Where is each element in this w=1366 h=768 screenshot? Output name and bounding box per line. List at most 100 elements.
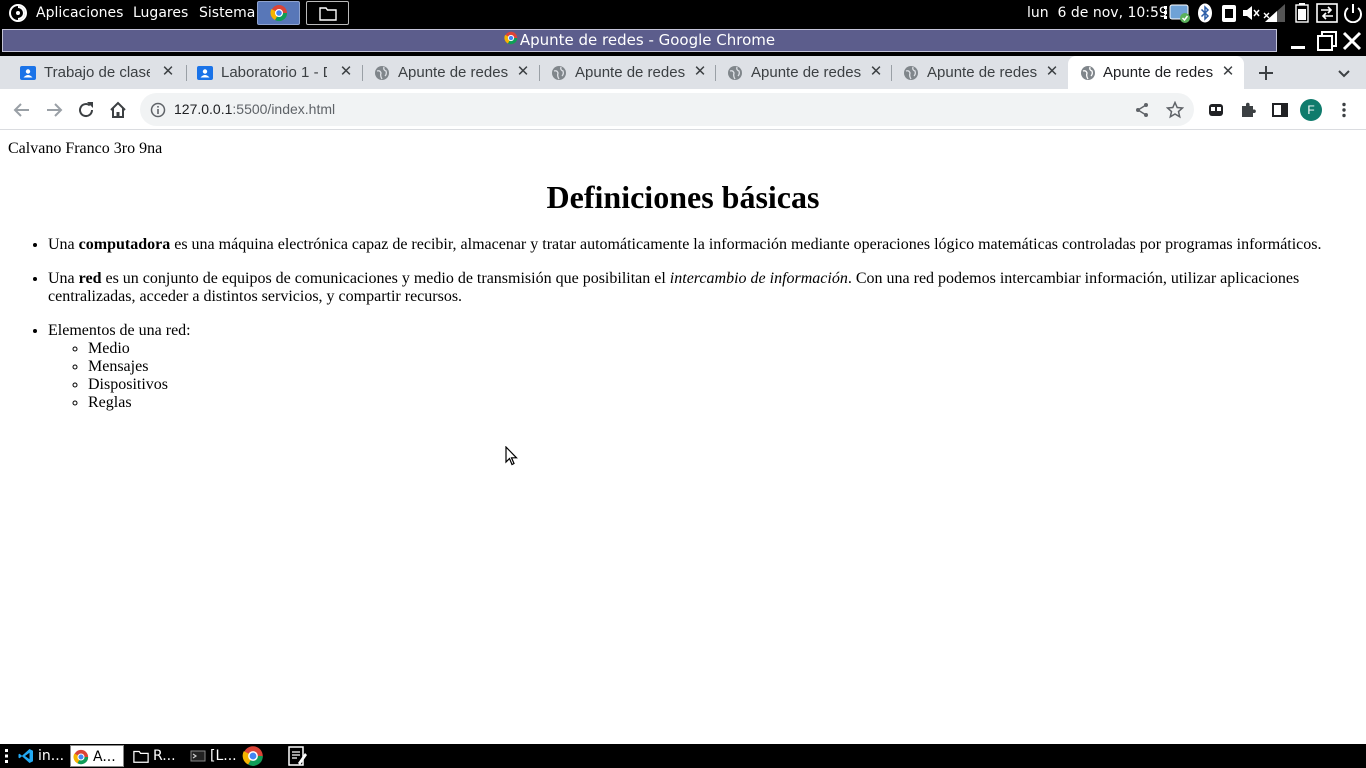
chrome-launcher[interactable] (257, 1, 300, 25)
web-page-content: Calvano Franco 3ro 9na Definiciones bási… (0, 131, 1366, 744)
classroom-icon (20, 65, 36, 81)
item-prefix: Una (48, 270, 79, 287)
tab-separator (539, 65, 540, 81)
tab-separator (186, 65, 187, 81)
maximize-button[interactable] (1315, 29, 1339, 53)
title-strip[interactable]: Apunte de redes - Google Chrome (2, 29, 1277, 52)
close-tab-icon[interactable]: ✕ (1044, 64, 1060, 80)
tab-title: Apunte de redes (398, 64, 509, 81)
wifi-signal-icon[interactable] (1263, 3, 1285, 23)
window-title: Apunte de redes - Google Chrome (3, 30, 1276, 51)
tab-title: Apunte de redes (575, 64, 686, 81)
close-tab-icon[interactable]: ✕ (338, 64, 354, 80)
home-button[interactable] (106, 98, 130, 122)
url-path: :5500/index.html (232, 101, 336, 117)
tab-apunte-de-redes[interactable]: Apunte de redes ✕ (551, 56, 711, 89)
vscode-icon (18, 748, 34, 764)
list-item-elementos: Elementos de una red: Medio Mensajes Dis… (48, 322, 1358, 412)
item-text: es una máquina electrónica capaz de reci… (170, 236, 1322, 253)
terminal-icon (190, 748, 206, 764)
side-panel-icon[interactable] (1268, 98, 1292, 122)
chrome-icon (73, 749, 89, 765)
bookmark-star-icon[interactable] (1165, 100, 1185, 119)
mate-logo-icon[interactable] (7, 3, 29, 23)
tab-separator (362, 65, 363, 81)
power-icon[interactable] (1342, 3, 1364, 24)
tab-title: Apunte de redes (1103, 64, 1214, 81)
task-label: A... (93, 749, 116, 765)
bottom-taskbar: in... A... R... [L... (0, 744, 1366, 768)
sublist-item: Reglas (88, 394, 1358, 412)
item-text: es un conjunto de equipos de comunicacio… (101, 270, 670, 287)
menu-lugares[interactable]: Lugares (133, 0, 188, 26)
tab-separator (891, 65, 892, 81)
window-title-text: Apunte de redes - Google Chrome (519, 31, 776, 49)
tab-title: Apunte de redes (751, 64, 862, 81)
chrome-taskbar-launcher[interactable] (242, 745, 264, 767)
task-vscode[interactable]: in... (16, 745, 66, 767)
sublist-item: Medio (88, 340, 1358, 358)
sublist-item: Mensajes (88, 358, 1358, 376)
task-terminal[interactable]: [L... (188, 745, 238, 767)
item-prefix: Una (48, 236, 79, 253)
list-item-red: Una red es un conjunto de equipos de com… (48, 270, 1358, 306)
profile-avatar[interactable]: F (1300, 99, 1322, 121)
extensions-puzzle-icon[interactable] (1236, 98, 1260, 122)
clock[interactable]: lun 6 de nov, 10:59 (1027, 0, 1168, 26)
files-launcher[interactable] (306, 1, 349, 25)
close-window-button[interactable] (1340, 29, 1364, 53)
globe-icon (374, 65, 390, 81)
reload-button[interactable] (74, 98, 98, 122)
tab-strip: Trabajo de clase ✕ Laboratorio 1 - D ✕ A… (0, 56, 1366, 89)
clipboard-icon[interactable] (1219, 3, 1239, 23)
browser-toolbar: 127.0.0.1:5500/index.html F (0, 89, 1366, 130)
url-text[interactable]: 127.0.0.1:5500/index.html (174, 101, 335, 117)
url-host: 127.0.0.1 (174, 101, 233, 117)
site-info-icon[interactable] (150, 102, 166, 118)
minimize-button[interactable] (1286, 29, 1310, 53)
close-tab-icon[interactable]: ✕ (160, 64, 176, 80)
kebab-menu-icon[interactable] (1332, 98, 1356, 122)
task-label: in... (38, 748, 65, 764)
menu-aplicaciones[interactable]: Aplicaciones (36, 0, 123, 26)
forward-button[interactable] (42, 98, 66, 122)
chrome-icon (504, 30, 518, 51)
tab-apunte-de-redes[interactable]: Apunte de redes ✕ (374, 56, 534, 89)
window-title-bar[interactable]: Apunte de redes - Google Chrome (0, 26, 1366, 56)
tab-title: Apunte de redes (927, 64, 1038, 81)
elementos-sublist: Medio Mensajes Dispositivos Reglas (48, 340, 1358, 412)
text-editor-launcher[interactable] (286, 745, 308, 767)
tab-laboratorio[interactable]: Laboratorio 1 - D ✕ (197, 56, 357, 89)
switch-user-icon[interactable] (1316, 3, 1338, 23)
tab-search-chevron-icon[interactable] (1336, 65, 1352, 81)
item-label: Elementos de una red: (48, 322, 191, 339)
new-tab-button[interactable] (1256, 63, 1276, 83)
tab-apunte-de-redes-active[interactable]: Apunte de redes ✕ (1068, 56, 1244, 89)
share-icon[interactable] (1134, 102, 1150, 118)
address-bar[interactable]: 127.0.0.1:5500/index.html (140, 93, 1194, 126)
tab-apunte-de-redes[interactable]: Apunte de redes ✕ (903, 56, 1063, 89)
close-tab-icon[interactable]: ✕ (692, 64, 708, 80)
close-tab-icon[interactable]: ✕ (868, 64, 884, 80)
folder-icon (318, 7, 337, 21)
taskbar-handle-icon[interactable] (5, 748, 9, 764)
tab-apunte-de-redes[interactable]: Apunte de redes ✕ (727, 56, 887, 89)
term-computadora: computadora (78, 236, 171, 253)
close-tab-icon[interactable]: ✕ (1220, 64, 1236, 80)
battery-icon[interactable] (1294, 3, 1314, 23)
task-files[interactable]: R... (131, 745, 181, 767)
globe-icon (551, 65, 567, 81)
folder-icon (133, 748, 149, 764)
volume-muted-icon[interactable] (1241, 3, 1261, 23)
network-manager-icon[interactable] (1164, 3, 1192, 23)
classroom-icon (197, 65, 213, 81)
close-tab-icon[interactable]: ✕ (515, 64, 531, 80)
tab-trabajo-de-clase[interactable]: Trabajo de clase ✕ (20, 56, 180, 89)
task-chrome[interactable]: A... (70, 745, 124, 767)
term-red: red (78, 270, 102, 287)
back-button[interactable] (10, 98, 34, 122)
list-item-computadora: Una computadora es una máquina electróni… (48, 236, 1358, 254)
bluetooth-icon[interactable] (1197, 3, 1213, 23)
menu-sistema[interactable]: Sistema (199, 0, 255, 26)
extension-tab-icon[interactable] (1204, 98, 1228, 122)
